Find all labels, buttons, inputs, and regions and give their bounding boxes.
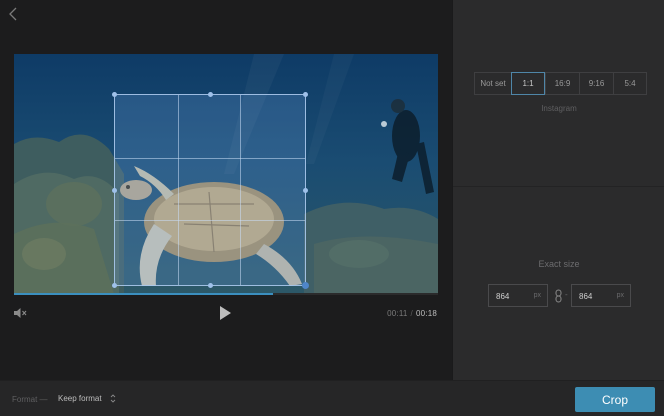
- crop-button[interactable]: Crop: [575, 387, 655, 412]
- format-value: Keep format: [58, 394, 102, 403]
- crop-handle-bottom-left[interactable]: [112, 283, 117, 288]
- width-input[interactable]: [496, 289, 526, 303]
- crop-handle-right[interactable]: [303, 188, 308, 193]
- crop-handle-top-right[interactable]: [303, 92, 308, 97]
- crop-grid-line: [115, 157, 305, 159]
- editor-panel: 00:11/00:18: [0, 0, 452, 380]
- select-chevron-icon: [110, 394, 115, 403]
- size-separator: -: [565, 290, 568, 299]
- video-preview: [14, 54, 438, 294]
- aspect-option-9-16[interactable]: 9:16: [579, 73, 613, 94]
- play-icon[interactable]: [218, 305, 232, 321]
- preset-label: Instagram: [541, 104, 577, 113]
- mute-icon[interactable]: [13, 306, 27, 320]
- crop-handle-left[interactable]: [112, 188, 117, 193]
- crop-handle-top[interactable]: [208, 92, 213, 97]
- crop-grid-line: [115, 220, 305, 222]
- aspect-option-16-9[interactable]: 16:9: [545, 73, 579, 94]
- crop-handle-bottom[interactable]: [208, 283, 213, 288]
- crop-selection-box[interactable]: [112, 92, 309, 289]
- settings-panel: Not set 1:1 16:9 9:16 5:4 Instagram Exact si…: [452, 0, 664, 380]
- current-time: 00:11: [387, 309, 408, 318]
- height-field[interactable]: px: [571, 284, 631, 307]
- aspect-option-1-1[interactable]: 1:1: [511, 72, 545, 95]
- aspect-option-5-4[interactable]: 5:4: [613, 73, 646, 94]
- duration: 00:18: [415, 309, 437, 318]
- video-progress-bar[interactable]: [14, 293, 438, 295]
- video-progress-fill: [14, 293, 273, 295]
- crop-grid-line: [240, 95, 242, 285]
- exact-size-label: Exact size: [538, 259, 580, 269]
- section-divider: [453, 186, 664, 187]
- aspect-option-not-set[interactable]: Not set: [475, 73, 511, 94]
- time-separator: /: [410, 309, 413, 318]
- link-aspect-icon[interactable]: [554, 289, 564, 303]
- format-label: Format —: [12, 395, 48, 404]
- height-unit: px: [616, 292, 624, 299]
- height-input[interactable]: [579, 289, 609, 303]
- crop-grid-line: [177, 95, 179, 285]
- back-arrow-icon[interactable]: [6, 6, 20, 22]
- aspect-ratio-selector: Not set 1:1 16:9 9:16 5:4: [474, 72, 647, 95]
- time-display: 00:11/00:18: [387, 309, 437, 318]
- bottom-toolbar: Format — Keep format Crop: [0, 380, 664, 416]
- width-unit: px: [533, 292, 541, 299]
- crop-handle-top-left[interactable]: [112, 92, 117, 97]
- width-field[interactable]: px: [488, 284, 548, 307]
- format-select[interactable]: Keep format: [56, 393, 118, 404]
- crop-handle-bottom-right[interactable]: [302, 282, 309, 289]
